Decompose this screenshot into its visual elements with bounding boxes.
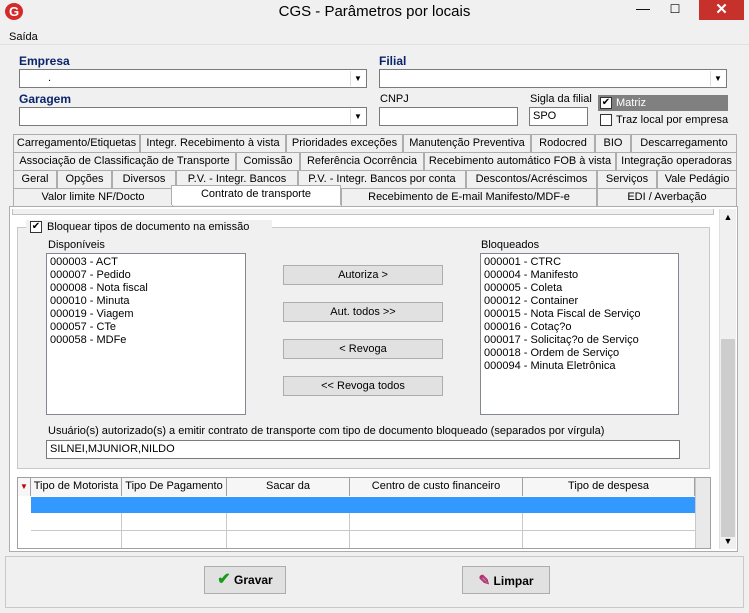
close-button[interactable]: ✕ xyxy=(699,0,744,20)
disponiveis-list[interactable]: 000003 - ACT 000007 - Pedido 000008 - No… xyxy=(46,253,246,415)
list-item[interactable]: 000007 - Pedido xyxy=(50,269,242,282)
vertical-scrollbar[interactable]: ▲ ▼ xyxy=(719,209,736,549)
cnpj-label: CNPJ xyxy=(380,93,409,105)
matriz-label: Matriz xyxy=(616,97,646,109)
menu-item-saida[interactable]: Saída xyxy=(9,31,38,43)
col-tipo-despesa[interactable]: Tipo de despesa xyxy=(523,478,695,496)
list-item[interactable]: 000017 - Solicitaç?o de Serviço xyxy=(484,334,675,347)
col-centro-custo[interactable]: Centro de custo financeiro xyxy=(350,478,523,496)
list-item[interactable]: 000016 - Cotaç?o xyxy=(484,321,675,334)
tab-rodocred[interactable]: Rodocred xyxy=(531,134,595,152)
list-item[interactable]: 000008 - Nota fiscal xyxy=(50,282,242,295)
filial-label: Filial xyxy=(379,54,407,68)
tab-vale-pedagio[interactable]: Vale Pedágio xyxy=(657,170,737,188)
revoga-todos-button[interactable]: << Revoga todos xyxy=(283,376,443,396)
minimize-button[interactable]: — xyxy=(628,0,658,20)
row-indicator-icon: ▼ xyxy=(18,478,31,496)
grid[interactable]: ▼ Tipo de Motorista Tipo De Pagamento Sa… xyxy=(17,477,711,549)
table-row[interactable] xyxy=(31,513,695,548)
list-item[interactable]: 000012 - Container xyxy=(484,295,675,308)
tab-opcoes[interactable]: Opções xyxy=(57,170,112,188)
tab-descarregamento[interactable]: Descarregamento xyxy=(631,134,737,152)
chevron-down-icon: ▼ xyxy=(350,109,365,124)
chevron-down-icon: ▼ xyxy=(350,71,365,86)
tab-recebimento-fob[interactable]: Recebimento automático FOB à vista xyxy=(424,152,616,170)
tab-servicos[interactable]: Serviços xyxy=(597,170,657,188)
tab-carregamento[interactable]: Carregamento/Etiquetas xyxy=(13,134,140,152)
tab-prioridades[interactable]: Prioridades exceções xyxy=(286,134,403,152)
usuarios-value: SILNEI,MJUNIOR,NILDO xyxy=(50,443,175,455)
col-tipo-motorista[interactable]: Tipo de Motorista xyxy=(31,478,122,496)
matriz-checkbox[interactable]: ✔ xyxy=(600,97,612,109)
list-item[interactable]: 000005 - Coleta xyxy=(484,282,675,295)
sigla-label: Sigla da filial xyxy=(530,93,592,105)
col-sacar-da[interactable]: Sacar da xyxy=(227,478,350,496)
menu-bar xyxy=(0,27,749,45)
maximize-button[interactable]: ☐ xyxy=(660,0,690,20)
bloquear-checkbox[interactable]: ✔ xyxy=(30,221,42,233)
revoga-button[interactable]: < Revoga xyxy=(283,339,443,359)
tab-comissao[interactable]: Comissão xyxy=(236,152,300,170)
scroll-thumb[interactable] xyxy=(721,339,735,537)
scroll-down-icon[interactable]: ▼ xyxy=(720,533,736,549)
tab-integr-recebimento[interactable]: Integr. Recebimento à vista xyxy=(140,134,286,152)
grid-scrollbar[interactable] xyxy=(695,478,710,548)
traz-local-checkbox[interactable] xyxy=(600,114,612,126)
empresa-value: . xyxy=(48,72,52,84)
tab-diversos[interactable]: Diversos xyxy=(112,170,176,188)
autoriza-button[interactable]: Autoriza > xyxy=(283,265,443,285)
cnpj-input[interactable] xyxy=(379,107,518,126)
list-item[interactable]: 000018 - Ordem de Serviço xyxy=(484,347,675,360)
tab-referencia[interactable]: Referência Ocorrência xyxy=(300,152,424,170)
tab-bio[interactable]: BIO xyxy=(595,134,631,152)
traz-local-label: Traz local por empresa xyxy=(616,114,729,126)
list-item[interactable]: 000004 - Manifesto xyxy=(484,269,675,282)
disponiveis-label: Disponíveis xyxy=(48,239,105,251)
bloqueados-list[interactable]: 000001 - CTRC 000004 - Manifesto 000005 … xyxy=(480,253,679,415)
check-icon: ✔ xyxy=(217,571,231,588)
empresa-select[interactable]: . ▼ xyxy=(19,69,367,88)
prev-group-edge xyxy=(12,209,714,215)
empresa-label: Empresa xyxy=(19,54,70,68)
gravar-label: Gravar xyxy=(234,573,273,587)
bloqueados-label: Bloqueados xyxy=(481,239,540,251)
scroll-up-icon[interactable]: ▲ xyxy=(720,209,736,225)
list-item[interactable]: 000001 - CTRC xyxy=(484,256,675,269)
tab-contrato-transporte[interactable]: Contrato de transporte xyxy=(171,185,341,205)
list-item[interactable]: 000010 - Minuta xyxy=(50,295,242,308)
usuarios-input[interactable]: SILNEI,MJUNIOR,NILDO xyxy=(46,440,680,459)
tab-geral[interactable]: Geral xyxy=(13,170,57,188)
table-row[interactable] xyxy=(31,497,695,513)
list-item[interactable]: 000057 - CTe xyxy=(50,321,242,334)
footer-panel xyxy=(5,556,744,608)
tab-edi-averbacao[interactable]: EDI / Averbação xyxy=(597,188,737,207)
col-tipo-pagamento[interactable]: Tipo De Pagamento xyxy=(122,478,227,496)
garagem-label: Garagem xyxy=(19,92,72,106)
tab-valor-limite[interactable]: Valor limite NF/Docto xyxy=(13,188,173,207)
tab-manutencao[interactable]: Manutenção Preventiva xyxy=(403,134,531,152)
usuarios-label: Usuário(s) autorizado(s) a emitir contra… xyxy=(48,425,605,437)
tab-integracao-operadoras[interactable]: Integração operadoras xyxy=(616,152,737,170)
sigla-input[interactable]: SPO xyxy=(529,107,588,126)
list-item[interactable]: 000019 - Viagem xyxy=(50,308,242,321)
list-item[interactable]: 000003 - ACT xyxy=(50,256,242,269)
tab-recebimento-email[interactable]: Recebimento de E-mail Manifesto/MDF-e xyxy=(341,188,597,207)
sigla-value: SPO xyxy=(533,110,557,122)
chevron-down-icon: ▼ xyxy=(710,71,725,86)
list-item[interactable]: 000058 - MDFe xyxy=(50,334,242,347)
limpar-label: Limpar xyxy=(493,574,534,588)
tab-associacao[interactable]: Associação de Classificação de Transport… xyxy=(13,152,236,170)
list-item[interactable]: 000015 - Nota Fiscal de Serviço xyxy=(484,308,675,321)
aut-todos-button[interactable]: Aut. todos >> xyxy=(283,302,443,322)
list-item[interactable]: 000094 - Minuta Eletrônica xyxy=(484,360,675,373)
garagem-select[interactable]: ▼ xyxy=(19,107,367,126)
gravar-button[interactable]: ✔ Gravar xyxy=(204,566,286,594)
tab-descontos[interactable]: Descontos/Acréscimos xyxy=(466,170,597,188)
bloquear-label: Bloquear tipos de documento na emissão xyxy=(47,221,250,233)
broom-icon: ✎ xyxy=(478,572,491,588)
limpar-button[interactable]: ✎ Limpar xyxy=(462,566,550,594)
filial-select[interactable]: ▼ xyxy=(379,69,727,88)
